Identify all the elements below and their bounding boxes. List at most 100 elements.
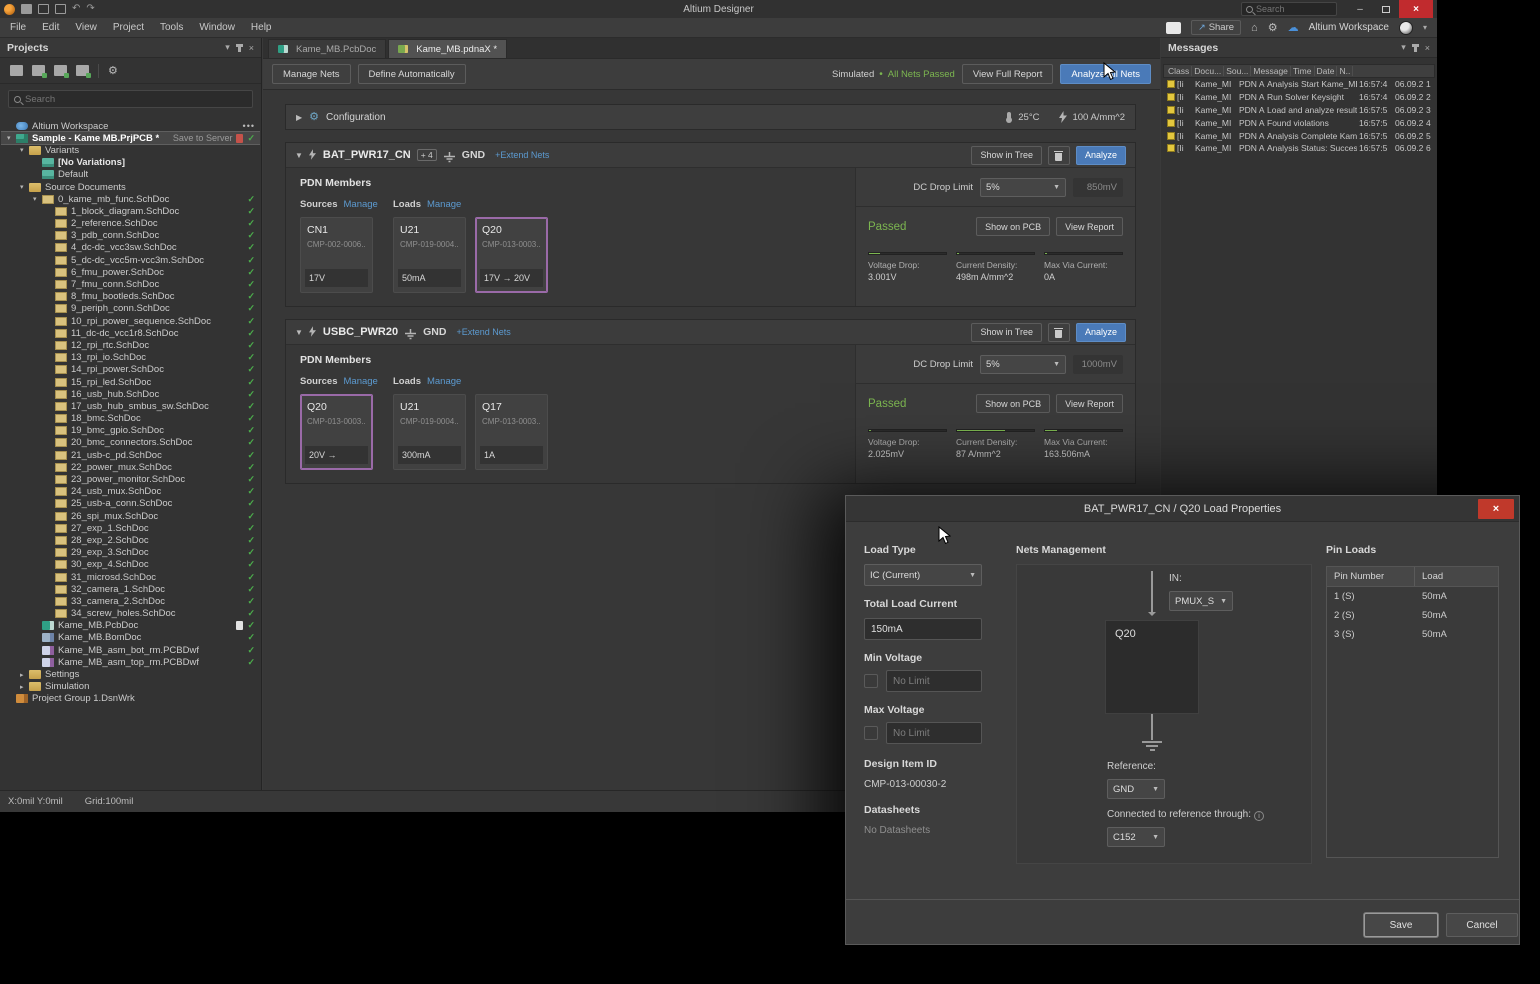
delete-net-button[interactable] <box>1048 323 1070 342</box>
global-search-box[interactable] <box>1241 2 1337 16</box>
extend-nets-link[interactable]: +Extend Nets <box>495 150 549 160</box>
share-button[interactable]: ↗Share <box>1191 20 1241 35</box>
menu-item[interactable]: File <box>10 22 26 33</box>
panel-close-icon[interactable]: × <box>249 43 254 53</box>
sync-project-icon[interactable] <box>76 65 89 76</box>
tree-item[interactable]: Kame_MB.PcbDoc ✓ <box>1 620 260 632</box>
component-box[interactable]: Q20 <box>1105 620 1199 714</box>
pdn-member-card[interactable]: U21 CMP-019-0004... 50mA <box>393 217 466 293</box>
menu-item[interactable]: Window <box>199 22 235 33</box>
tree-item[interactable]: 23_power_monitor.SchDoc ✓ <box>1 473 260 485</box>
messages-column-header[interactable]: Sou... <box>1224 66 1251 76</box>
tree-item[interactable]: Kame_MB.BomDoc ✓ <box>1 632 260 644</box>
define-automatically-button[interactable]: Define Automatically <box>358 64 466 84</box>
load-type-select[interactable]: IC (Current)▼ <box>864 564 982 586</box>
manage-nets-button[interactable]: Manage Nets <box>272 64 351 84</box>
user-avatar[interactable] <box>1399 21 1413 35</box>
tree-item[interactable]: 26_spi_mux.SchDoc ✓ <box>1 510 260 522</box>
tree-item[interactable]: Project Group 1.DsnWrk ✓ <box>1 693 260 705</box>
undo-icon[interactable]: ↶ <box>72 4 80 14</box>
pdn-member-card[interactable]: U21 CMP-019-0004... 300mA <box>393 394 466 470</box>
refresh-project-icon[interactable] <box>54 65 67 76</box>
message-row[interactable]: [Ii Kame_MI PDN A Analysis Complete Kame… <box>1163 129 1435 142</box>
projects-search-input[interactable] <box>25 94 225 105</box>
pin-load-row[interactable]: 1 (S) 50mA <box>1327 587 1498 606</box>
save-project-icon[interactable] <box>10 65 23 76</box>
tree-item[interactable]: ▾ Variants ✓ <box>1 144 260 156</box>
tree-item[interactable]: 18_bmc.SchDoc ✓ <box>1 413 260 425</box>
message-row[interactable]: [Ii Kame_MI PDN A Analysis Status: Succe… <box>1163 142 1435 155</box>
tree-item[interactable]: 14_rpi_power.SchDoc ✓ <box>1 364 260 376</box>
panel-close-icon[interactable]: × <box>1425 43 1430 53</box>
dc-drop-limit-select[interactable]: 5%▼ <box>980 355 1066 374</box>
tree-item[interactable]: 15_rpi_led.SchDoc ✓ <box>1 376 260 388</box>
messages-column-header[interactable]: Class <box>1166 66 1192 76</box>
collapse-chevron-icon[interactable]: ▼ <box>295 151 303 160</box>
net-count-badge[interactable]: + 4 <box>417 149 437 161</box>
show-in-tree-button[interactable]: Show in Tree <box>971 146 1042 165</box>
home-icon[interactable]: ⌂ <box>1251 22 1258 34</box>
tree-item[interactable]: Kame_MB_asm_top_rm.PCBDwf ✓ <box>1 656 260 668</box>
messages-column-header[interactable]: Docu... <box>1192 66 1224 76</box>
document-tab[interactable]: Kame_MB.pdnaX * <box>388 39 507 58</box>
tree-item[interactable]: Default ✓ <box>1 169 260 181</box>
tree-item[interactable]: [No Variations] ✓ <box>1 157 260 169</box>
tree-item[interactable]: ▾ Source Documents ✓ <box>1 181 260 193</box>
input-net-select[interactable]: PMUX_S▼ <box>1169 591 1233 611</box>
collapse-chevron-icon[interactable]: ▼ <box>295 328 303 337</box>
expand-arrow-icon[interactable]: ▾ <box>7 134 16 142</box>
tree-item[interactable]: 30_exp_4.SchDoc ✓ <box>1 559 260 571</box>
pdn-member-card[interactable]: Q20 CMP-013-0003... 17V → 20V <box>475 217 548 293</box>
show-in-tree-button[interactable]: Show in Tree <box>971 323 1042 342</box>
messages-column-header[interactable]: Message <box>1251 66 1291 76</box>
message-row[interactable]: [Ii Kame_MI PDN A Run Solver Keysight 16… <box>1163 91 1435 104</box>
info-icon[interactable]: i <box>1254 811 1264 821</box>
message-row[interactable]: [Ii Kame_MI PDN A Analysis Start Kame_MB… <box>1163 78 1435 91</box>
min-voltage-input[interactable] <box>886 670 982 692</box>
project-settings-gear-icon[interactable]: ⚙ <box>108 65 118 77</box>
open-document-icon[interactable] <box>38 4 49 14</box>
tree-item[interactable]: 17_usb_hub_smbus_sw.SchDoc ✓ <box>1 400 260 412</box>
expand-arrow-icon[interactable]: ▸ <box>20 671 29 679</box>
tree-item[interactable]: 31_microsd.SchDoc ✓ <box>1 571 260 583</box>
tree-item[interactable]: Altium Workspace ••• ✓ <box>1 120 260 132</box>
tree-item[interactable]: ▸ Simulation ✓ <box>1 681 260 693</box>
min-voltage-checkbox[interactable] <box>864 674 878 688</box>
chevron-down-icon[interactable]: ▾ <box>1423 23 1427 32</box>
tree-item[interactable]: ▸ Settings ✓ <box>1 668 260 680</box>
save-icon[interactable] <box>21 4 32 14</box>
copy-document-icon[interactable] <box>55 4 66 14</box>
tree-item[interactable]: 8_fmu_bootleds.SchDoc ✓ <box>1 291 260 303</box>
tree-item[interactable]: 28_exp_2.SchDoc ✓ <box>1 534 260 546</box>
message-row[interactable]: [Ii Kame_MI PDN A Load and analyze resul… <box>1163 104 1435 117</box>
menu-item[interactable]: Project <box>113 22 144 33</box>
tree-item[interactable]: 29_exp_3.SchDoc ✓ <box>1 547 260 559</box>
tree-item[interactable]: 21_usb-c_pd.SchDoc ✓ <box>1 449 260 461</box>
pdn-member-card[interactable]: Q20 CMP-013-0003... 20V → <box>300 394 373 470</box>
pin-load-row[interactable]: 2 (S) 50mA <box>1327 606 1498 625</box>
minimize-button[interactable]: – <box>1347 0 1373 18</box>
redo-icon[interactable]: ↷ <box>86 4 94 14</box>
compile-project-icon[interactable] <box>32 65 45 76</box>
tree-item[interactable]: 4_dc-dc_vcc3sw.SchDoc ✓ <box>1 242 260 254</box>
extend-nets-link[interactable]: +Extend Nets <box>456 327 510 337</box>
tree-item[interactable]: 1_block_diagram.SchDoc ✓ <box>1 205 260 217</box>
configuration-bar[interactable]: ▶ ⚙ Configuration 25°C 100 A/mm^2 <box>285 104 1136 130</box>
tree-item[interactable]: 16_usb_hub.SchDoc ✓ <box>1 388 260 400</box>
tree-item[interactable]: 2_reference.SchDoc ✓ <box>1 218 260 230</box>
menu-item[interactable]: View <box>75 22 97 33</box>
tree-item[interactable]: 24_usb_mux.SchDoc ✓ <box>1 486 260 498</box>
expand-arrow-icon[interactable]: ▾ <box>20 183 29 191</box>
pdn-member-card[interactable]: CN1 CMP-002-0006... 17V <box>300 217 373 293</box>
chevron-right-icon[interactable]: ▶ <box>296 113 302 122</box>
view-report-button[interactable]: View Report <box>1056 217 1123 236</box>
tree-item[interactable]: 22_power_mux.SchDoc ✓ <box>1 461 260 473</box>
view-full-report-button[interactable]: View Full Report <box>962 64 1054 84</box>
delete-net-button[interactable] <box>1048 146 1070 165</box>
expand-arrow-icon[interactable]: ▾ <box>20 146 29 154</box>
manage-sources-link[interactable]: Manage <box>344 376 378 387</box>
projects-search-box[interactable] <box>8 90 253 108</box>
max-voltage-input[interactable] <box>886 722 982 744</box>
tree-item[interactable]: ▾ 0_kame_mb_func.SchDoc ✓ <box>1 193 260 205</box>
tree-item[interactable]: 34_screw_holes.SchDoc ✓ <box>1 608 260 620</box>
